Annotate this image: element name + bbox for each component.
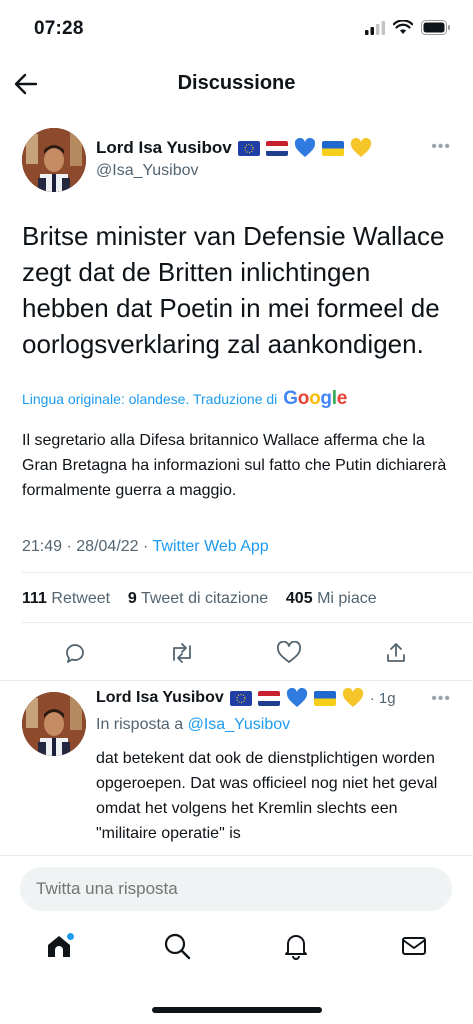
reply-author-name[interactable]: Lord Isa Yusibov [96, 689, 224, 707]
reply-to-line: In risposta a @Isa_Yusibov [96, 716, 290, 734]
status-time: 07:28 [34, 18, 84, 39]
tweet-actions [0, 638, 473, 668]
yellow-heart-icon [342, 688, 363, 707]
translated-text: Il segretario alla Difesa britannico Wal… [22, 432, 447, 499]
heart-icon [277, 641, 301, 663]
tweet-time: 21:49 [22, 538, 63, 555]
reply-to-label: In risposta a [96, 716, 184, 733]
reply-author-row[interactable]: Lord Isa Yusibov · 1g [96, 688, 396, 708]
tab-search[interactable] [162, 931, 192, 961]
translation-attribution: Lingua originale: olandese. Traduzione d… [22, 388, 347, 410]
nav-bar: Discussione [0, 60, 473, 108]
search-icon [164, 933, 191, 960]
yellow-heart-icon [350, 138, 371, 157]
tab-home[interactable] [44, 931, 74, 961]
author-name-row[interactable]: Lord Isa Yusibov [96, 138, 372, 158]
divider [22, 572, 473, 573]
retweet-button[interactable] [167, 638, 197, 668]
more-options-icon[interactable]: ••• [431, 690, 451, 708]
notification-dot [67, 933, 74, 940]
blue-heart-icon [294, 138, 315, 157]
author-handle[interactable]: @Isa_Yusibov [96, 162, 199, 180]
tab-messages[interactable] [399, 931, 429, 961]
retweet-icon [173, 643, 191, 663]
tweet-text: Britse minister van Defensie Wallace zeg… [22, 221, 445, 359]
like-button[interactable] [274, 638, 304, 668]
wifi-icon [393, 20, 413, 34]
share-button[interactable] [381, 638, 411, 668]
cellular-signal-icon [365, 20, 385, 35]
more-options-icon[interactable]: ••• [431, 138, 451, 156]
avatar[interactable] [22, 128, 86, 192]
likes-stat[interactable]: 405 Mi piace [286, 590, 377, 607]
eu-flag-icon [237, 140, 260, 156]
reply-composer [0, 855, 473, 921]
translation-label: Lingua originale: olandese. Traduzione d… [22, 391, 278, 407]
divider [22, 622, 473, 623]
blue-heart-icon [286, 688, 307, 707]
source-app-link[interactable]: Twitter Web App [153, 538, 269, 555]
reply-to-mention[interactable]: @Isa_Yusibov [188, 716, 291, 733]
netherlands-flag-icon [265, 140, 288, 156]
google-logo: Google [283, 388, 347, 409]
battery-icon [421, 20, 450, 35]
reply-time: · 1g [369, 689, 396, 707]
divider [0, 680, 473, 681]
author-name[interactable]: Lord Isa Yusibov [96, 138, 232, 158]
page-title: Discussione [177, 72, 296, 94]
tweet-date: 28/04/22 [76, 538, 139, 555]
ukraine-flag-icon [313, 690, 336, 706]
eu-flag-icon [229, 690, 252, 706]
avatar-image [22, 128, 86, 192]
status-bar: 07:28 [0, 0, 473, 56]
messages-icon [402, 937, 426, 955]
reply-button[interactable] [60, 638, 90, 668]
tab-bar [0, 921, 473, 981]
tab-notifications[interactable] [281, 931, 311, 961]
notifications-icon [285, 935, 307, 960]
netherlands-flag-icon [257, 690, 280, 706]
avatar-image [22, 692, 86, 756]
share-icon [387, 643, 405, 662]
home-indicator [152, 1007, 322, 1013]
reply-icon [66, 644, 84, 663]
retweets-stat[interactable]: 111 Retweet [22, 590, 110, 607]
tweet-stats: 111 Retweet 9 Tweet di citazione 405 Mi … [22, 590, 377, 608]
quotes-stat[interactable]: 9 Tweet di citazione [128, 590, 268, 607]
reply-text: dat betekent dat ook de dienstplichtigen… [96, 750, 438, 842]
reply-input[interactable] [20, 867, 452, 911]
tweet-meta: 21:49 · 28/04/22 · Twitter Web App [22, 538, 269, 555]
avatar[interactable] [22, 692, 86, 756]
ukraine-flag-icon [321, 140, 344, 156]
status-icons [365, 20, 451, 35]
